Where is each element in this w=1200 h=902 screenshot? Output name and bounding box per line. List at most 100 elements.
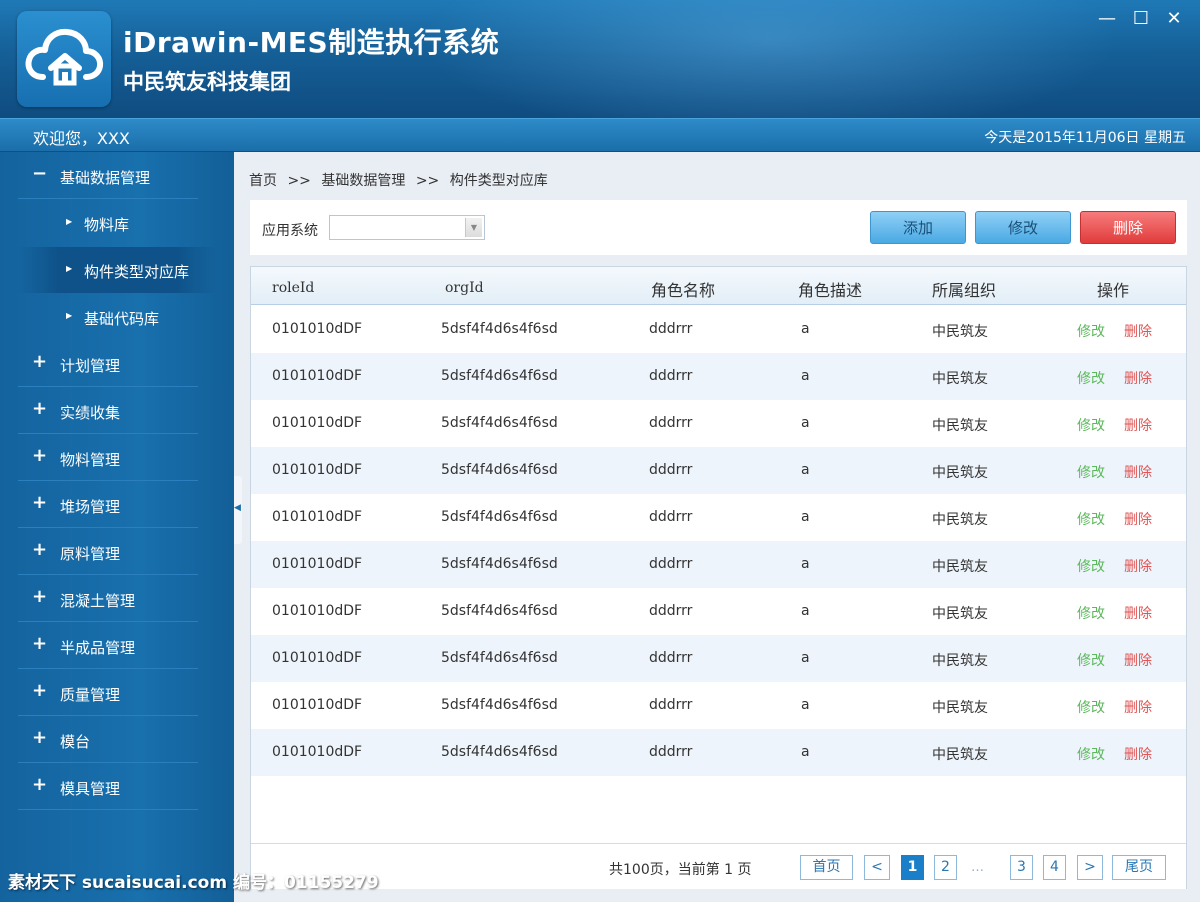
triangle-left-icon: ◀ (234, 503, 241, 513)
system-select[interactable]: ▼ (329, 215, 485, 240)
table-row[interactable]: 0101010dDF 5dsf4f4d6s4f6sd dddrrr a 中民筑友 修改 删除 (251, 682, 1186, 729)
table-row[interactable]: 0101010dDF 5dsf4f4d6s4f6sd dddrrr a 中民筑友 修改 删除 (251, 306, 1186, 353)
row-delete-link[interactable]: 删除 (1124, 462, 1152, 482)
row-delete-link[interactable]: 删除 (1124, 697, 1152, 717)
cell-org: 中民筑友 (932, 747, 988, 763)
row-edit-link[interactable]: 修改 (1077, 650, 1105, 670)
cell-role-name: dddrrr (649, 697, 693, 713)
page-button-2[interactable]: 2 (934, 855, 957, 880)
cell-role-name: dddrrr (649, 603, 693, 619)
sidebar-item-label: 构件类型对应库 (84, 263, 190, 281)
cell-org-id: 5dsf4f4d6s4f6sd (441, 556, 558, 572)
row-edit-link[interactable]: 修改 (1077, 509, 1105, 529)
breadcrumb-current: 构件类型对应库 (449, 173, 548, 189)
breadcrumb: 首页 >> 基础数据管理 >> 构件类型对应库 (249, 170, 554, 190)
sidebar-subitem-base-code[interactable]: ▶ 基础代码库 (18, 294, 218, 340)
row-delete-link[interactable]: 删除 (1124, 321, 1152, 341)
row-edit-link[interactable]: 修改 (1077, 744, 1105, 764)
table-row[interactable]: 0101010dDF 5dsf4f4d6s4f6sd dddrrr a 中民筑友 修改 删除 (251, 588, 1186, 635)
sidebar-subitem-material-lib[interactable]: ▶ 物料库 (18, 200, 218, 246)
cell-role-name: dddrrr (649, 462, 693, 478)
sidebar-subitem-component-type[interactable]: ▶ 构件类型对应库 (18, 247, 218, 293)
sidebar-item-performance[interactable]: + 实绩收集 (18, 388, 198, 434)
delete-button[interactable]: 删除 (1080, 211, 1176, 244)
row-delete-link[interactable]: 删除 (1124, 415, 1152, 435)
row-delete-link[interactable]: 删除 (1124, 603, 1152, 623)
sidebar-item-semi-product[interactable]: + 半成品管理 (18, 623, 198, 669)
table-row[interactable]: 0101010dDF 5dsf4f4d6s4f6sd dddrrr a 中民筑友 修改 删除 (251, 447, 1186, 494)
page-button-1[interactable]: 1 (901, 855, 924, 880)
minimize-icon[interactable]: — (1096, 8, 1118, 30)
row-edit-link[interactable]: 修改 (1077, 415, 1105, 435)
first-page-button[interactable]: 首页 (800, 855, 853, 880)
sidebar-item-label: 物料管理 (60, 451, 121, 469)
expand-icon: + (32, 586, 48, 607)
next-page-button[interactable]: > (1077, 855, 1103, 880)
row-edit-link[interactable]: 修改 (1077, 321, 1105, 341)
table-row[interactable]: 0101010dDF 5dsf4f4d6s4f6sd dddrrr a 中民筑友 修改 删除 (251, 729, 1186, 776)
sidebar-item-yard[interactable]: + 堆场管理 (18, 482, 198, 528)
row-edit-link[interactable]: 修改 (1077, 603, 1105, 623)
cell-role-id: 0101010dDF (272, 744, 363, 760)
cell-role-desc: a (801, 415, 810, 431)
cell-org: 中民筑友 (932, 653, 988, 669)
cell-role-name: dddrrr (649, 368, 693, 384)
row-delete-link[interactable]: 删除 (1124, 556, 1152, 576)
app-header: iDrawin-MES制造执行系统 中民筑友科技集团 — ☐ ✕ (0, 0, 1200, 118)
sidebar-item-label: 堆场管理 (60, 498, 121, 516)
table-row[interactable]: 0101010dDF 5dsf4f4d6s4f6sd dddrrr a 中民筑友 修改 删除 (251, 541, 1186, 588)
table-row[interactable]: 0101010dDF 5dsf4f4d6s4f6sd dddrrr a 中民筑友 修改 删除 (251, 494, 1186, 541)
table-row[interactable]: 0101010dDF 5dsf4f4d6s4f6sd dddrrr a 中民筑友 修改 删除 (251, 635, 1186, 682)
cell-role-desc: a (801, 603, 810, 619)
edit-button[interactable]: 修改 (975, 211, 1071, 244)
add-button[interactable]: 添加 (870, 211, 966, 244)
cell-role-desc: a (801, 509, 810, 525)
column-header-role-name: 角色名称 (651, 281, 716, 300)
breadcrumb-home[interactable]: 首页 (249, 173, 277, 189)
maximize-icon[interactable]: ☐ (1130, 8, 1152, 30)
row-edit-link[interactable]: 修改 (1077, 462, 1105, 482)
sidebar-item-mould[interactable]: + 模具管理 (18, 764, 198, 810)
row-delete-link[interactable]: 删除 (1124, 368, 1152, 388)
cell-role-desc: a (801, 368, 810, 384)
cell-org: 中民筑友 (932, 465, 988, 481)
cell-role-id: 0101010dDF (272, 509, 363, 525)
last-page-button[interactable]: 尾页 (1112, 855, 1166, 880)
row-edit-link[interactable]: 修改 (1077, 556, 1105, 576)
table-row[interactable]: 0101010dDF 5dsf4f4d6s4f6sd dddrrr a 中民筑友 修改 删除 (251, 353, 1186, 400)
table-row[interactable]: 0101010dDF 5dsf4f4d6s4f6sd dddrrr a 中民筑友 修改 删除 (251, 400, 1186, 447)
sidebar-item-material[interactable]: + 物料管理 (18, 435, 198, 481)
cell-org-id: 5dsf4f4d6s4f6sd (441, 744, 558, 760)
data-table: roleId orgId 角色名称 角色描述 所属组织 操作 0101010dD… (250, 266, 1187, 889)
sidebar-collapse-handle[interactable]: ◀ (234, 476, 242, 544)
welcome-text: 欢迎您，XXX (33, 129, 130, 148)
row-delete-link[interactable]: 删除 (1124, 509, 1152, 529)
row-delete-link[interactable]: 删除 (1124, 650, 1152, 670)
column-header-role-desc: 角色描述 (798, 281, 863, 300)
row-edit-link[interactable]: 修改 (1077, 368, 1105, 388)
cell-org-id: 5dsf4f4d6s4f6sd (441, 603, 558, 619)
cell-org-id: 5dsf4f4d6s4f6sd (441, 368, 558, 384)
cell-role-id: 0101010dDF (272, 321, 363, 337)
sidebar-item-raw-material[interactable]: + 原料管理 (18, 529, 198, 575)
page-button-4[interactable]: 4 (1043, 855, 1066, 880)
row-delete-link[interactable]: 删除 (1124, 744, 1152, 764)
sidebar-item-quality[interactable]: + 质量管理 (18, 670, 198, 716)
cell-role-id: 0101010dDF (272, 603, 363, 619)
sidebar-item-concrete[interactable]: + 混凝土管理 (18, 576, 198, 622)
page-button-3[interactable]: 3 (1010, 855, 1033, 880)
row-edit-link[interactable]: 修改 (1077, 697, 1105, 717)
sidebar-item-plan[interactable]: + 计划管理 (18, 341, 198, 387)
sidebar-item-basic-data[interactable]: − 基础数据管理 (18, 153, 198, 199)
sidebar-item-pallet[interactable]: + 模台 (18, 717, 198, 763)
collapse-icon: − (32, 163, 48, 184)
table-header: roleId orgId 角色名称 角色描述 所属组织 操作 (251, 267, 1186, 305)
sidebar: − 基础数据管理 ▶ 物料库 ▶ 构件类型对应库 ▶ 基础代码库 + 计划管理 … (0, 152, 234, 902)
cell-role-desc: a (801, 462, 810, 478)
breadcrumb-basic-data[interactable]: 基础数据管理 (321, 173, 405, 189)
prev-page-button[interactable]: < (864, 855, 890, 880)
expand-icon: + (32, 680, 48, 701)
close-icon[interactable]: ✕ (1163, 8, 1185, 30)
welcome-bar: 欢迎您，XXX 今天是2015年11月06日 星期五 (0, 118, 1200, 152)
chevron-down-icon[interactable]: ▼ (465, 218, 482, 237)
